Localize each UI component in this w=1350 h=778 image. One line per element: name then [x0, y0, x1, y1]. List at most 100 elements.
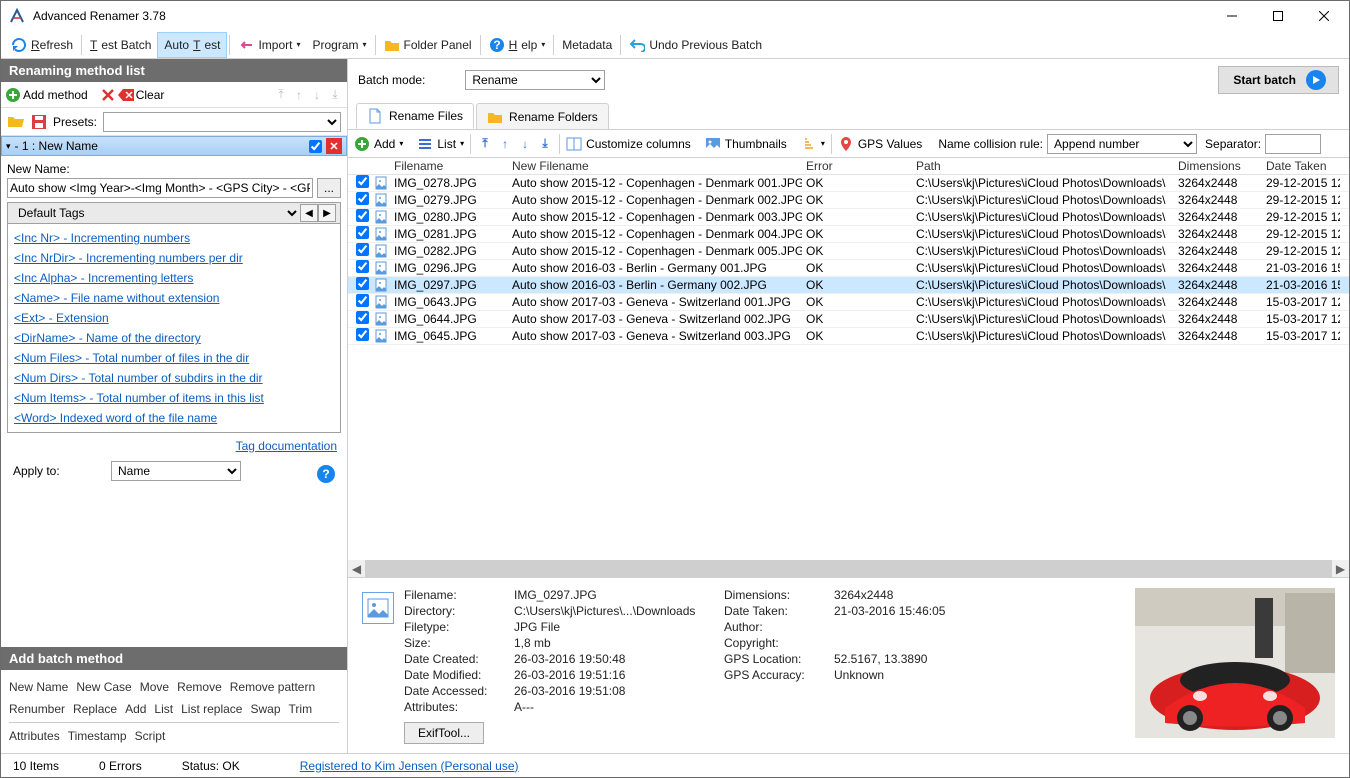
row-checkbox[interactable] — [356, 226, 369, 239]
row-checkbox[interactable] — [356, 260, 369, 273]
row-checkbox[interactable] — [356, 277, 369, 290]
presets-select[interactable] — [103, 112, 341, 132]
arrow-up-icon[interactable]: ↑ — [497, 136, 513, 152]
table-row[interactable]: IMG_0645.JPG Auto show 2017-03 - Geneva … — [348, 328, 1349, 345]
row-checkbox[interactable] — [356, 294, 369, 307]
row-checkbox[interactable] — [356, 175, 369, 188]
detail-label: Size: — [404, 636, 514, 650]
tag-link[interactable]: <Ext> - Extension — [14, 308, 334, 328]
tag-link[interactable]: <Inc Nr> - Incrementing numbers — [14, 228, 334, 248]
tags-next-button[interactable]: ▶ — [318, 204, 336, 222]
tag-link[interactable]: <DirName> - Name of the directory — [14, 328, 334, 348]
tag-doc-link[interactable]: Tag documentation — [236, 439, 337, 453]
batch-method-item[interactable]: New Case — [76, 680, 131, 694]
close-button[interactable] — [1301, 1, 1347, 31]
arrow-bottom-icon[interactable]: ⤓ — [327, 87, 343, 103]
newname-input[interactable] — [7, 178, 313, 198]
minimize-button[interactable] — [1209, 1, 1255, 31]
batch-method-item[interactable]: Remove pattern — [230, 680, 315, 694]
tag-link[interactable]: <Name> - File name without extension — [14, 288, 334, 308]
list-button[interactable]: List — [437, 137, 456, 151]
batch-method-item[interactable]: Replace — [73, 702, 117, 716]
batch-method-item[interactable]: New Name — [9, 680, 68, 694]
tab-rename-folders[interactable]: Rename Folders — [476, 103, 609, 129]
collision-select[interactable]: Append number — [1047, 134, 1197, 154]
tag-link[interactable]: <Num Dirs> - Total number of subdirs in … — [14, 368, 334, 388]
exiftool-button[interactable]: ExifTool... — [404, 722, 484, 744]
add-button[interactable]: Add — [374, 137, 395, 151]
thumbnails-button[interactable]: Thumbnails — [725, 137, 787, 151]
batch-method-item[interactable]: Timestamp — [68, 729, 127, 743]
status-errors: 0 Errors — [99, 759, 142, 773]
batch-mode-select[interactable]: Rename — [465, 70, 605, 90]
row-checkbox[interactable] — [356, 209, 369, 222]
save-icon[interactable] — [31, 114, 47, 130]
batch-method-item[interactable]: Attributes — [9, 729, 60, 743]
method-header[interactable]: ▾ - 1 : New Name ✕ — [1, 136, 347, 156]
arrow-up-icon[interactable]: ↑ — [291, 87, 307, 103]
batch-method-item[interactable]: List — [154, 702, 173, 716]
table-row[interactable]: IMG_0297.JPG Auto show 2016-03 - Berlin … — [348, 277, 1349, 294]
undo-batch-button[interactable]: Undo Previous Batch — [623, 32, 768, 58]
tag-link[interactable]: <Num Items> - Total number of items in t… — [14, 388, 334, 408]
row-checkbox[interactable] — [356, 243, 369, 256]
newname-more-button[interactable]: ... — [317, 178, 341, 198]
table-row[interactable]: IMG_0282.JPG Auto show 2015-12 - Copenha… — [348, 243, 1349, 260]
delete-x-icon[interactable] — [100, 87, 116, 103]
table-row[interactable]: IMG_0281.JPG Auto show 2015-12 - Copenha… — [348, 226, 1349, 243]
batch-method-item[interactable]: Move — [140, 680, 169, 694]
gps-values-button[interactable]: GPS Values — [858, 137, 922, 151]
customize-columns-button[interactable]: Customize columns — [586, 137, 691, 151]
folder-open-icon[interactable] — [7, 114, 25, 130]
table-row[interactable]: IMG_0643.JPG Auto show 2017-03 - Geneva … — [348, 294, 1349, 311]
detail-value: 26-03-2016 19:51:16 — [514, 668, 714, 682]
separator-input[interactable] — [1265, 134, 1321, 154]
horizontal-scrollbar[interactable]: ◀▶ — [348, 560, 1349, 577]
table-row[interactable]: IMG_0280.JPG Auto show 2015-12 - Copenha… — [348, 209, 1349, 226]
auto-test-button[interactable]: Auto Test — [157, 32, 227, 58]
tag-link[interactable]: <Num Files> - Total number of files in t… — [14, 348, 334, 368]
folder-panel-button[interactable]: Folder Panel — [378, 32, 478, 58]
table-row[interactable]: IMG_0296.JPG Auto show 2016-03 - Berlin … — [348, 260, 1349, 277]
refresh-button[interactable]: Refresh — [5, 32, 79, 58]
tags-category-select[interactable]: Default Tags — [12, 203, 300, 223]
tag-link[interactable]: <Inc NrDir> - Incrementing numbers per d… — [14, 248, 334, 268]
row-checkbox[interactable] — [356, 311, 369, 324]
import-button[interactable]: Import▾ — [232, 32, 306, 58]
maximize-button[interactable] — [1255, 1, 1301, 31]
batch-method-item[interactable]: Remove — [177, 680, 222, 694]
test-batch-button[interactable]: Test Batch — [84, 32, 157, 58]
batch-method-item[interactable]: Swap — [250, 702, 280, 716]
tag-link[interactable]: <Word> Indexed word of the file name — [14, 408, 334, 428]
arrow-top-icon[interactable]: ⤒ — [477, 136, 493, 152]
tab-rename-files[interactable]: Rename Files — [356, 103, 474, 129]
start-batch-button[interactable]: Start batch — [1218, 66, 1339, 94]
clear-button[interactable]: Clear — [136, 88, 165, 102]
metadata-button[interactable]: Metadata — [556, 32, 618, 58]
program-button[interactable]: Program▾ — [306, 32, 372, 58]
registration-link[interactable]: Registered to Kim Jensen (Personal use) — [300, 759, 519, 773]
batch-method-item[interactable]: Script — [135, 729, 166, 743]
add-method-button[interactable]: Add method — [23, 88, 88, 102]
arrow-down-icon[interactable]: ↓ — [517, 136, 533, 152]
row-checkbox[interactable] — [356, 328, 369, 341]
applyto-select[interactable]: Name — [111, 461, 241, 481]
method-help-icon[interactable]: ? — [317, 465, 335, 483]
batch-method-item[interactable]: Renumber — [9, 702, 65, 716]
sort-icon[interactable] — [801, 136, 817, 152]
batch-method-item[interactable]: Add — [125, 702, 146, 716]
arrow-bottom-icon[interactable]: ⤓ — [537, 136, 553, 152]
arrow-down-icon[interactable]: ↓ — [309, 87, 325, 103]
batch-method-item[interactable]: Trim — [289, 702, 313, 716]
row-checkbox[interactable] — [356, 192, 369, 205]
method-delete-button[interactable]: ✕ — [326, 138, 342, 154]
tag-link[interactable]: <Inc Alpha> - Incrementing letters — [14, 268, 334, 288]
table-row[interactable]: IMG_0644.JPG Auto show 2017-03 - Geneva … — [348, 311, 1349, 328]
tags-prev-button[interactable]: ◀ — [300, 204, 318, 222]
method-enable-checkbox[interactable] — [309, 140, 322, 153]
table-row[interactable]: IMG_0278.JPG Auto show 2015-12 - Copenha… — [348, 175, 1349, 192]
batch-method-item[interactable]: List replace — [181, 702, 242, 716]
table-row[interactable]: IMG_0279.JPG Auto show 2015-12 - Copenha… — [348, 192, 1349, 209]
help-button[interactable]: ?Help▾ — [483, 32, 552, 58]
arrow-top-icon[interactable]: ⤒ — [273, 87, 289, 103]
